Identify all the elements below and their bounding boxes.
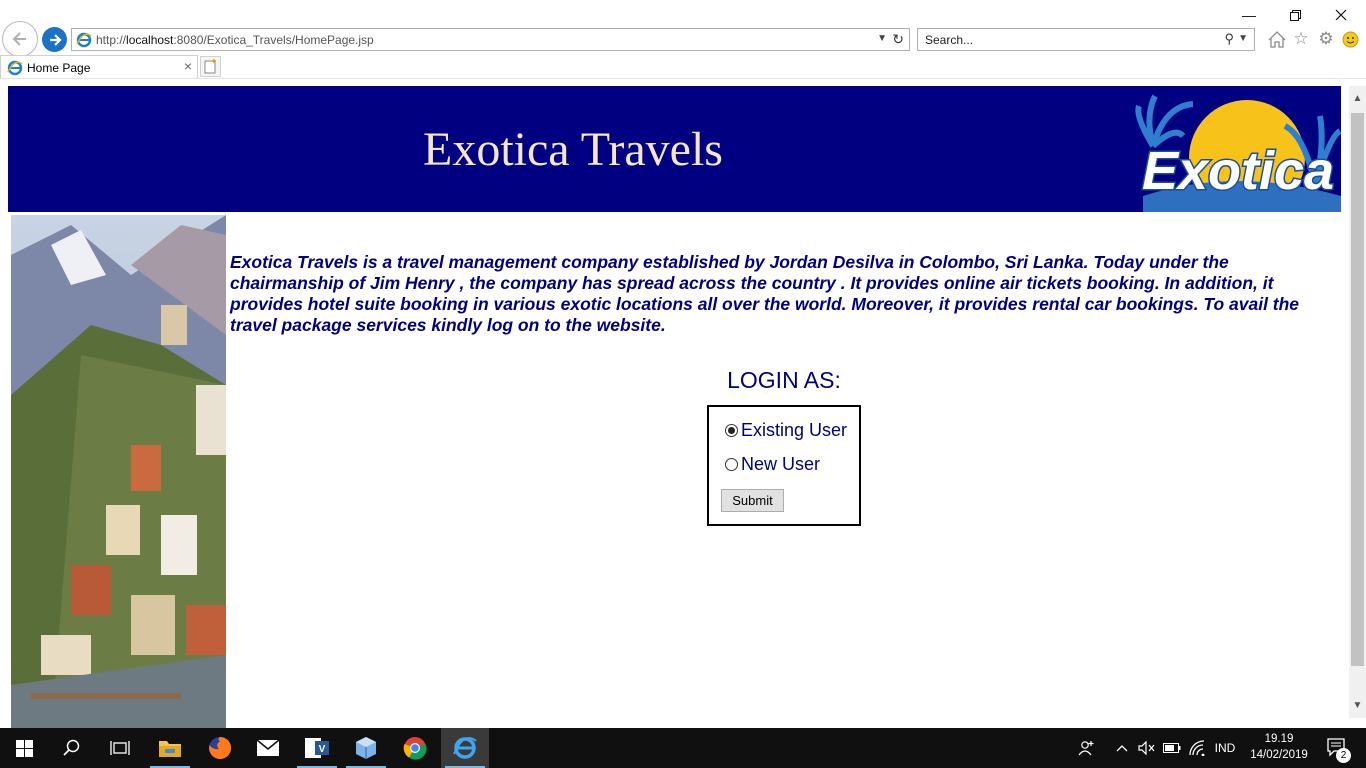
input-language-indicator[interactable]: IND <box>1210 728 1240 768</box>
virtualbox-taskbar-app[interactable] <box>342 728 390 768</box>
close-window-button[interactable] <box>1318 2 1364 28</box>
search-placeholder: Search... <box>925 33 974 47</box>
new-tab-button[interactable] <box>200 56 221 77</box>
favorites-star-icon[interactable]: ☆ <box>1290 28 1312 50</box>
scroll-up-arrow-icon[interactable]: ▲ <box>1349 90 1366 107</box>
notification-count-badge: 2 <box>1336 748 1351 763</box>
file-explorer-taskbar-app[interactable] <box>146 728 194 768</box>
internet-explorer-icon <box>453 737 477 759</box>
forward-button[interactable] <box>42 27 67 52</box>
vertical-scrollbar[interactable]: ▲ ▼ <box>1349 86 1366 718</box>
chrome-icon <box>403 737 427 760</box>
battery-icon[interactable] <box>1161 728 1183 768</box>
ie-tab-icon <box>7 60 23 76</box>
visual-studio-icon: V <box>305 738 329 758</box>
cube-icon <box>356 737 376 759</box>
browser-chrome: — http://localhost:8080/Exotica_Travels/… <box>0 0 1366 79</box>
search-box[interactable]: Search... ⚲ ▼ <box>917 28 1255 51</box>
restore-button[interactable] <box>1272 2 1318 28</box>
clock-time: 19.19 <box>1264 733 1294 745</box>
tab-title: Home Page <box>27 61 91 75</box>
scroll-down-arrow-icon[interactable]: ▼ <box>1349 697 1366 714</box>
search-dropdown-icon[interactable]: ▼ <box>1238 33 1248 44</box>
start-button[interactable] <box>0 728 48 768</box>
wifi-icon[interactable] <box>1186 728 1208 768</box>
firefox-icon <box>209 736 232 759</box>
search-icon <box>63 739 80 756</box>
site-header: Exotica Travels Exotica <box>8 86 1341 212</box>
settings-gear-icon[interactable]: ⚙ <box>1315 28 1337 50</box>
address-dropdown-icon[interactable]: ▼ <box>877 33 887 44</box>
new-user-option[interactable]: New User <box>725 454 820 475</box>
site-title: Exotica Travels <box>423 123 723 176</box>
firefox-taskbar-app[interactable] <box>196 728 244 768</box>
minimize-button[interactable]: — <box>1226 2 1272 28</box>
windows-logo-icon <box>15 739 33 757</box>
clock-date: 14/02/2019 <box>1250 749 1308 761</box>
notification-center-button[interactable]: 2 <box>1318 728 1358 768</box>
home-icon[interactable] <box>1266 28 1288 50</box>
forward-arrow-icon <box>49 33 62 46</box>
volume-muted-icon[interactable] <box>1136 728 1158 768</box>
ie-page-icon <box>76 32 92 48</box>
existing-user-label: Existing User <box>741 420 848 440</box>
system-clock[interactable]: 19.19 14/02/2019 <box>1246 731 1312 763</box>
mail-icon <box>256 739 280 756</box>
show-hidden-icons-chevron-icon[interactable] <box>1112 728 1132 768</box>
internet-explorer-taskbar-app[interactable] <box>441 728 489 768</box>
svg-text:V: V <box>319 744 326 755</box>
feedback-smiley-icon[interactable] <box>1339 28 1361 50</box>
taskbar-search-button[interactable] <box>48 728 96 768</box>
close-tab-icon[interactable]: × <box>184 58 192 74</box>
submit-button[interactable]: Submit <box>721 489 784 512</box>
exotica-logo[interactable]: Exotica <box>1135 86 1341 212</box>
search-icon[interactable]: ⚲ <box>1224 31 1234 47</box>
page-content: Exotica Travels Exotica Exotica Travels … <box>0 79 1349 728</box>
back-arrow-icon <box>12 32 26 46</box>
existing-user-option[interactable]: Existing User <box>725 420 847 441</box>
windows-taskbar: V IND 19.19 14/02/2019 2 <box>0 728 1366 768</box>
chrome-taskbar-app[interactable] <box>391 728 439 768</box>
back-button[interactable] <box>2 21 38 57</box>
new-tab-icon <box>204 59 216 74</box>
people-icon[interactable] <box>1076 728 1098 768</box>
tab-home-page[interactable]: Home Page × <box>0 55 198 79</box>
visual-studio-taskbar-app[interactable]: V <box>293 728 341 768</box>
login-heading: LOGIN AS: <box>727 367 841 393</box>
intro-paragraph: Exotica Travels is a travel management c… <box>230 252 1300 335</box>
folder-icon <box>159 741 181 757</box>
login-form: Existing User New User Submit <box>707 405 861 526</box>
address-url: http://localhost:8080/Exotica_Travels/Ho… <box>96 33 374 47</box>
address-bar[interactable]: http://localhost:8080/Exotica_Travels/Ho… <box>71 28 910 51</box>
new-user-label: New User <box>741 454 821 474</box>
new-user-radio[interactable] <box>725 458 738 471</box>
task-view-button[interactable] <box>96 728 144 768</box>
svg-text:Exotica: Exotica <box>1142 141 1334 201</box>
existing-user-radio[interactable] <box>725 424 738 437</box>
side-landscape-image <box>11 215 226 728</box>
refresh-icon[interactable]: ↻ <box>892 31 904 48</box>
mail-taskbar-app[interactable] <box>244 728 292 768</box>
scroll-thumb[interactable] <box>1351 113 1364 666</box>
task-view-icon <box>110 741 130 755</box>
